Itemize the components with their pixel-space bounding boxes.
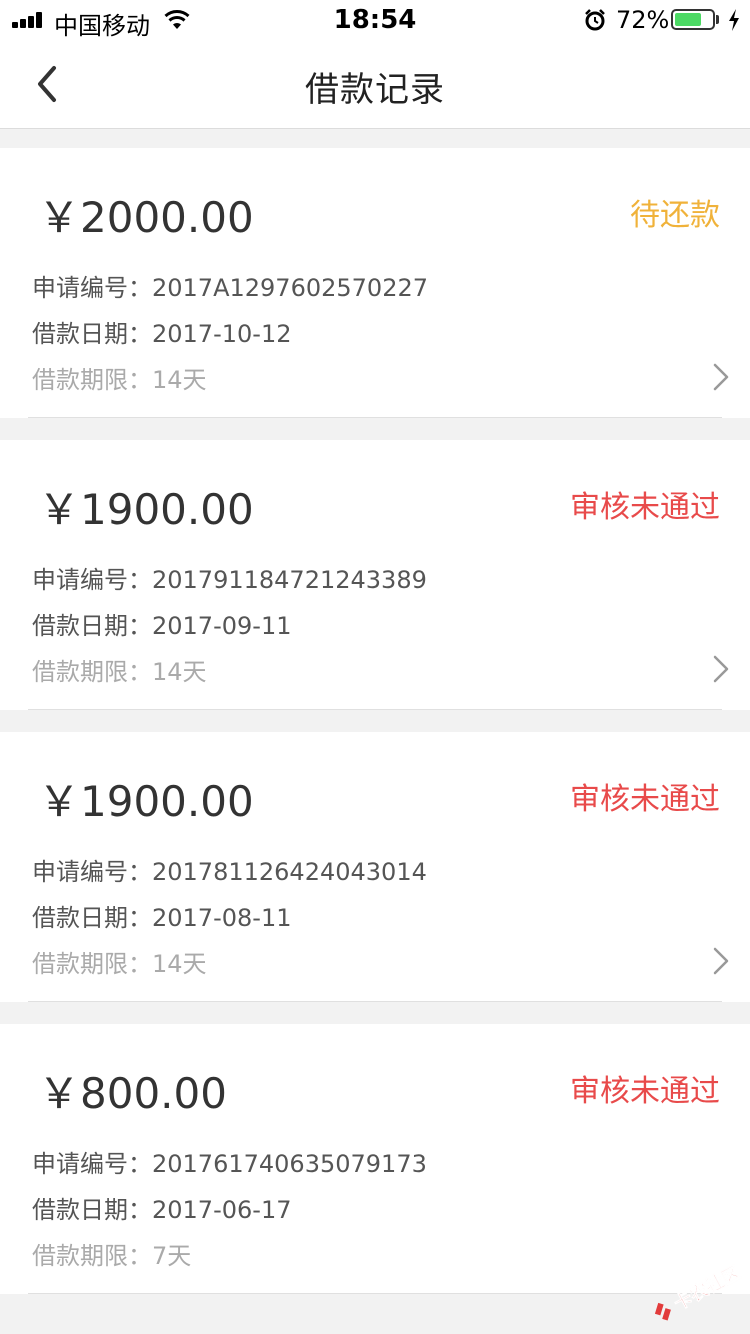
loan-term-label: 借款期限： [32,366,152,394]
application-number-label: 申请编号： [32,858,152,886]
application-number-row: 申请编号：201761740635079173 [32,1144,427,1179]
card-divider [28,417,722,418]
loan-date-label: 借款日期： [32,320,152,348]
loan-amount: ￥1900.00 [38,485,254,534]
application-number: 2017A1297602570227 [152,274,428,302]
application-number-row: 申请编号：201791184721243389 [32,560,427,595]
loan-term-label: 借款期限： [32,950,152,978]
loan-term-label: 借款期限： [32,658,152,686]
loan-term-row: 借款期限：7天 [32,1236,191,1271]
battery-percent: 72% [616,6,670,34]
card-divider [28,1001,722,1002]
application-number-row: 申请编号：2017A1297602570227 [32,268,428,303]
alarm-icon [585,9,605,31]
loan-date-row: 借款日期：2017-10-12 [32,314,291,349]
application-number-row: 申请编号：201781126424043014 [32,852,427,887]
loan-date: 2017-10-12 [152,320,292,348]
loan-term: 14天 [152,366,207,394]
watermark-logo: 卡农社区 [654,1264,742,1321]
application-number-label: 申请编号： [32,1150,152,1178]
battery-level [675,13,701,26]
loan-term-row: 借款期限：14天 [32,360,207,395]
loan-status: 审核未通过 [570,1074,720,1109]
loan-amount: ￥2000.00 [38,193,254,242]
loan-status: 审核未通过 [570,490,720,525]
charging-icon [729,9,739,31]
chevron-right-icon [713,655,729,683]
loan-status: 待还款 [630,198,720,233]
card-divider [28,709,722,710]
nav-bar: 借款记录 [0,40,750,129]
loan-term: 14天 [152,950,207,978]
loan-date: 2017-09-11 [152,612,292,640]
loan-record-card[interactable]: ￥1900.00 审核未通过 申请编号：201781126424043014 借… [0,732,750,1002]
loan-term: 7天 [152,1242,192,1270]
application-number: 201761740635079173 [152,1150,427,1178]
application-number: 201791184721243389 [152,566,427,594]
loan-amount: ￥800.00 [38,1069,227,1118]
battery-icon [671,9,715,30]
loan-amount: ￥1900.00 [38,777,254,826]
loan-record-card[interactable]: ￥2000.00 待还款 申请编号：2017A1297602570227 借款日… [0,148,750,418]
loan-date-label: 借款日期： [32,612,152,640]
application-number-label: 申请编号： [32,274,152,302]
application-number: 201781126424043014 [152,858,427,886]
loan-status: 审核未通过 [570,782,720,817]
chevron-right-icon [713,363,729,391]
loan-term-row: 借款期限：14天 [32,944,207,979]
loan-term: 14天 [152,658,207,686]
loan-date-row: 借款日期：2017-09-11 [32,606,291,641]
status-bar: 中国移动 18:54 72% [0,0,750,40]
loan-date: 2017-06-17 [152,1196,292,1224]
chevron-right-icon [713,947,729,975]
card-divider [28,1293,722,1294]
loan-date-label: 借款日期： [32,904,152,932]
loan-term-label: 借款期限： [32,1242,152,1270]
battery-tip [716,15,719,24]
application-number-label: 申请编号： [32,566,152,594]
loan-date: 2017-08-11 [152,904,292,932]
loan-date-row: 借款日期：2017-06-17 [32,1190,291,1225]
loan-term-row: 借款期限：14天 [32,652,207,687]
loan-date-label: 借款日期： [32,1196,152,1224]
watermark-text: 卡农社区 [670,1264,742,1315]
loan-record-card[interactable]: ￥1900.00 审核未通过 申请编号：201791184721243389 借… [0,440,750,710]
loan-record-card[interactable]: ￥800.00 审核未通过 申请编号：201761740635079173 借款… [0,1024,750,1294]
page-title: 借款记录 [305,70,445,110]
loan-date-row: 借款日期：2017-08-11 [32,898,291,933]
